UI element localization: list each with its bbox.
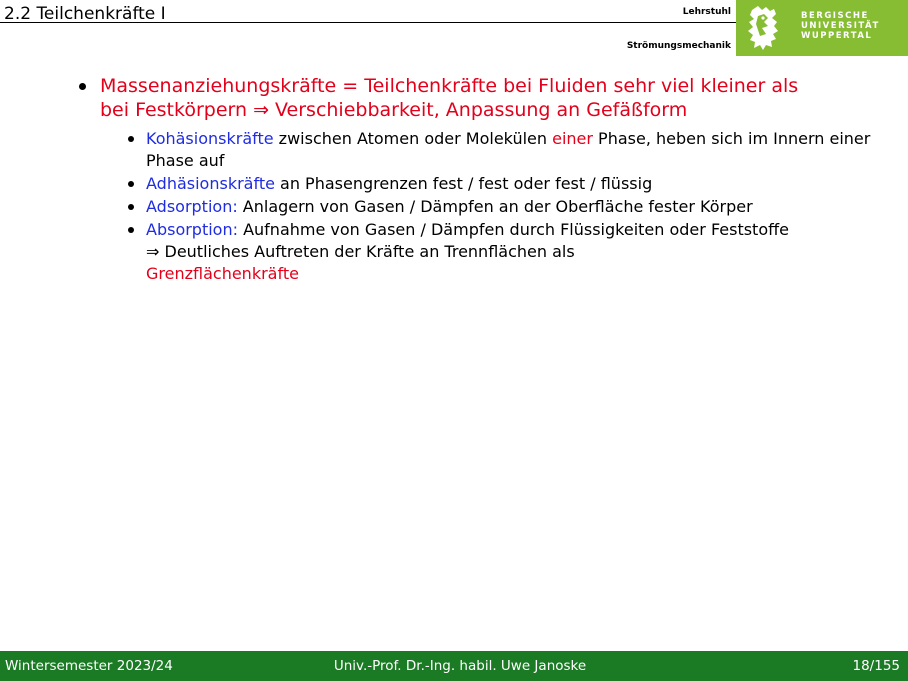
conclusion-highlight: Grenzflächenkräfte bbox=[146, 264, 299, 283]
main-bullet-line1: Massenanziehungskräfte = Teilchenkräfte … bbox=[100, 75, 799, 97]
slide-footer: Univ.-Prof. Dr.-Ing. habil. Uwe Janoske … bbox=[0, 651, 908, 681]
main-bullet: Massenanziehungskräfte = Teilchenkräfte … bbox=[76, 74, 876, 122]
sub-bullet-adsorption: Adsorption: Anlagern von Gasen / Dämpfen… bbox=[124, 196, 876, 218]
term-adhesion: Adhäsionskräfte bbox=[146, 174, 275, 193]
bullet-dot bbox=[79, 83, 86, 90]
highlight-word: einer bbox=[552, 129, 593, 148]
title-rule bbox=[0, 22, 736, 23]
chair-name-line2: Strömungsmechanik bbox=[626, 41, 731, 51]
university-name: BERGISCHE UNIVERSITÄT WUPPERTAL bbox=[801, 11, 880, 41]
bullet-dot bbox=[128, 136, 134, 142]
university-name-line: BERGISCHE bbox=[801, 11, 869, 21]
sub-bullet-text: zwischen Atomen oder Molekülen bbox=[273, 129, 553, 148]
sub-bullet-adhesion: Adhäsionskräfte an Phasengrenzen fest / … bbox=[124, 173, 876, 195]
bergische-lion-logo-icon bbox=[748, 6, 778, 50]
bullet-dot bbox=[128, 181, 134, 187]
sub-bullet-text: Aufnahme von Gasen / Dämpfen durch Flüss… bbox=[238, 220, 789, 239]
bullet-dot bbox=[128, 204, 134, 210]
footer-semester: Wintersemester 2023/24 bbox=[5, 658, 173, 674]
slide-header: 2.2 Teilchenkräfte I Lehrstuhl Strömungs… bbox=[0, 0, 908, 60]
university-logo: BERGISCHE UNIVERSITÄT WUPPERTAL bbox=[736, 0, 908, 56]
footer-page-number: 18/155 bbox=[852, 658, 901, 674]
chair-name-line1: Lehrstuhl bbox=[682, 7, 731, 17]
sub-bullet-cohesion: Kohäsionskräfte zwischen Atomen oder Mol… bbox=[124, 128, 876, 172]
conclusion-line: ⇒ Deutliches Auftreten der Kräfte an Tre… bbox=[146, 242, 575, 261]
sub-bullet-absorption: Absorption: Aufnahme von Gasen / Dämpfen… bbox=[124, 219, 876, 285]
bullet-dot bbox=[128, 227, 134, 233]
sub-bullet-text: an Phasengrenzen fest / fest oder fest /… bbox=[274, 174, 653, 193]
sub-bullet-list: Kohäsionskräfte zwischen Atomen oder Mol… bbox=[124, 128, 876, 285]
university-name-line: UNIVERSITÄT bbox=[801, 21, 880, 31]
sub-bullet-text: Anlagern von Gasen / Dämpfen an der Ober… bbox=[237, 197, 753, 216]
main-bullet-line2: bei Festkörpern ⇒ Verschiebbarkeit, Anpa… bbox=[100, 99, 688, 121]
university-name-line: WUPPERTAL bbox=[801, 31, 873, 41]
slide-title: 2.2 Teilchenkräfte I bbox=[4, 4, 166, 24]
term-absorption: Absorption: bbox=[146, 220, 238, 239]
slide-content: Massenanziehungskräfte = Teilchenkräfte … bbox=[76, 74, 876, 286]
term-cohesion: Kohäsionskräfte bbox=[146, 129, 274, 148]
term-adsorption: Adsorption: bbox=[146, 197, 238, 216]
